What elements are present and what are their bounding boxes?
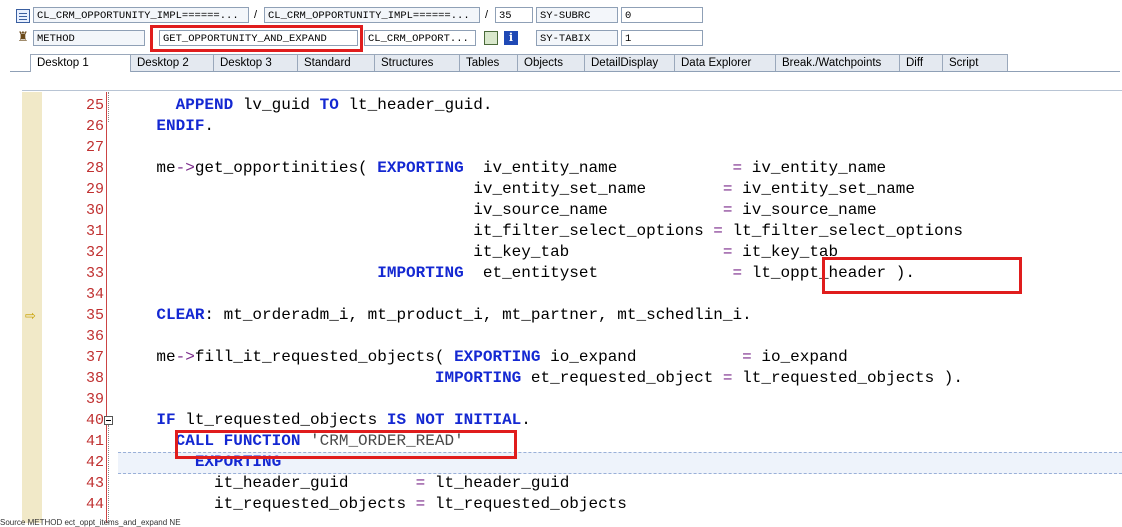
operator-token: = [415,474,426,492]
code-line[interactable]: CALL FUNCTION 'CRM_ORDER_READ' [118,431,464,452]
tab-desktop-1[interactable]: Desktop 1 [30,54,131,72]
current-statement-arrow-icon: ⇨ [25,308,36,323]
code-line[interactable]: iv_entity_set_name = iv_entity_set_name [118,179,915,200]
operator-token: = [722,369,733,387]
line-number: 32 [85,244,104,261]
line-number: 33 [85,265,104,282]
tab-structures[interactable]: Structures [374,54,460,71]
code-line[interactable]: IF lt_requested_objects IS NOT INITIAL. [118,410,530,431]
sy-tabix-name: SY-TABIX [536,30,618,46]
keyword-token: TO [319,96,339,114]
block-guide-line [108,425,110,523]
sy-subrc-name: SY-SUBRC [536,7,618,23]
line-number: 35 [85,307,104,324]
line-number: 29 [85,181,104,198]
keyword-token: IS NOT INITIAL [386,411,522,429]
include-field[interactable]: CL_CRM_OPPORTUNITY_IMPL======... [264,7,480,23]
operator-token: = [722,201,733,219]
code-line[interactable]: me->fill_it_requested_objects( EXPORTING… [118,347,847,368]
code-line[interactable]: APPEND lv_guid TO lt_header_guid. [118,95,493,116]
line-number: 38 [85,370,104,387]
tab-break-watchpoints[interactable]: Break./Watchpoints [775,54,900,71]
code-line[interactable]: CLEAR: mt_orderadm_i, mt_product_i, mt_p… [118,305,751,326]
code-line[interactable]: IMPORTING et_entityset = lt_oppt_header … [118,263,915,284]
keyword-token: EXPORTING [377,159,464,177]
block-guide-line [108,92,110,122]
line-number: 42 [85,454,104,471]
debugger-header: CL_CRM_OPPORTUNITY_IMPL======... / CL_CR… [0,0,1122,54]
line-number: 41 [85,433,104,450]
tab-standard[interactable]: Standard [297,54,375,71]
line-number: 44 [85,496,104,513]
class-name-field[interactable]: CL_CRM_OPPORT... [364,30,476,46]
line-number: 34 [85,286,104,303]
operator-token: -> [175,348,195,366]
debugger-tab-strip: Desktop 1 Desktop 2 Desktop 3 Standard Struc… [10,54,1120,72]
keyword-token: IMPORTING [434,369,522,387]
operator-token: = [742,348,752,366]
operator-token: = [722,180,733,198]
line-number: 37 [85,349,104,366]
code-line[interactable]: it_requested_objects = lt_requested_obje… [118,494,627,515]
table-icon[interactable] [484,31,498,45]
collapse-block-icon[interactable] [104,416,113,425]
tab-data-explorer[interactable]: Data Explorer [674,54,776,71]
tab-desktop-2[interactable]: Desktop 2 [130,54,214,71]
line-number: 30 [85,202,104,219]
method-icon: ♜ [17,29,29,44]
sy-subrc-value[interactable]: 0 [621,7,703,23]
code-line[interactable]: it_header_guid = lt_header_guid [118,473,569,494]
code-line[interactable]: EXPORTING [118,452,281,473]
sy-tabix-value[interactable]: 1 [621,30,703,46]
code-line[interactable]: me->get_opportinities( EXPORTING iv_enti… [118,158,886,179]
keyword-token: EXPORTING [454,348,541,366]
keyword-token: IF [156,411,176,429]
line-number: 25 [85,97,104,114]
path-separator: / [485,9,489,21]
tab-tables[interactable]: Tables [459,54,518,71]
document-icon [16,9,30,23]
line-number: 43 [85,475,104,492]
operator-token: -> [175,159,195,177]
string-literal: 'CRM_ORDER_READ' [310,432,464,450]
code-line[interactable]: IMPORTING et_requested_object = lt_reque… [118,368,963,389]
keyword-token: ENDIF [156,117,205,135]
code-line[interactable]: iv_source_name = iv_source_name [118,200,876,221]
operator-token: = [732,159,743,177]
keyword-token: APPEND [175,96,234,114]
path-separator: / [254,9,258,21]
line-number: 27 [85,139,104,156]
code-line[interactable]: it_filter_select_options = lt_filter_sel… [118,221,963,242]
method-name-field[interactable]: GET_OPPORTUNITY_AND_EXPAND [159,30,358,46]
status-bar: Source METHOD ect_oppt_items_and_expand … [0,518,181,527]
code-line[interactable]: ENDIF. [118,116,214,137]
info-icon[interactable]: i [504,31,518,45]
keyword-token: EXPORTING [194,453,282,471]
tab-script[interactable]: Script [942,54,1008,71]
tab-diff[interactable]: Diff [899,54,943,71]
operator-token: = [722,243,733,261]
line-number: 31 [85,223,104,240]
event-type-field: METHOD [33,30,145,46]
keyword-token: CLEAR [156,306,205,324]
source-code-editor[interactable]: 25 APPEND lv_guid TO lt_header_guid. 26 E… [22,92,1122,523]
operator-token: = [732,264,743,282]
keyword-token: CALL FUNCTION [175,432,301,450]
operator-token: = [415,495,426,513]
tab-desktop-3[interactable]: Desktop 3 [213,54,298,71]
line-number: 36 [85,328,104,345]
line-number-field[interactable]: 35 [495,7,533,23]
program-field[interactable]: CL_CRM_OPPORTUNITY_IMPL======... [33,7,249,23]
code-line[interactable]: it_key_tab = it_key_tab [118,242,838,263]
operator-token: = [713,222,723,240]
tab-detaildisplay[interactable]: DetailDisplay [584,54,675,71]
keyword-token: IMPORTING [377,264,464,282]
line-number: 28 [85,160,104,177]
line-number: 39 [85,391,104,408]
tab-objects[interactable]: Objects [517,54,585,71]
line-number: 40 [85,412,104,429]
line-number: 26 [85,118,104,135]
